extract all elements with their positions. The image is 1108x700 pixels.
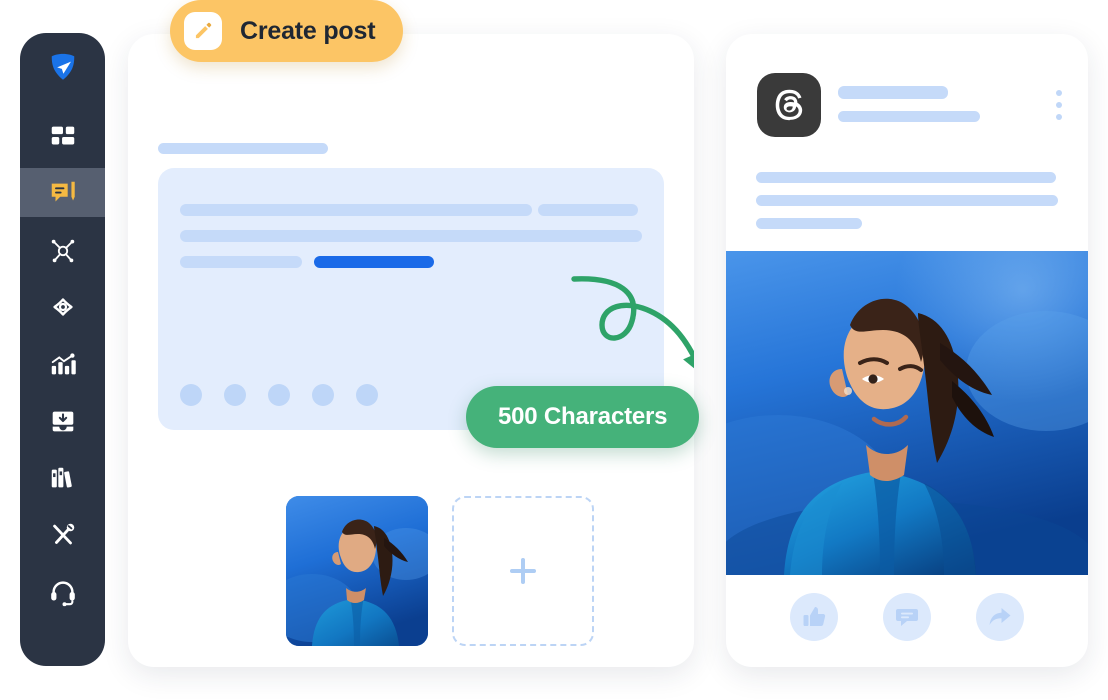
sidebar-item-support[interactable] [20, 567, 105, 616]
dashboard-grid-icon [48, 121, 78, 151]
paper-plane-logo-icon [48, 52, 78, 82]
preview-action-bar [726, 591, 1088, 643]
sidebar [20, 33, 105, 666]
skeleton-line [180, 204, 532, 216]
character-count-label: 500 Characters [498, 403, 668, 430]
character-count-badge: 500 Characters [466, 386, 700, 448]
network-nodes-icon [48, 235, 78, 265]
screenshot-root: Create post 500 Characters [0, 0, 1108, 700]
toolbar-dot[interactable] [268, 384, 290, 406]
kebab-menu-icon[interactable] [1056, 90, 1062, 126]
skeleton-line [538, 204, 638, 216]
share-button[interactable] [975, 593, 1024, 641]
toolbar-dot[interactable] [224, 384, 246, 406]
skeleton-line-highlighted [314, 256, 434, 268]
toolbar-dot[interactable] [356, 384, 378, 406]
media-thumbnail[interactable] [286, 496, 428, 646]
comment-button[interactable] [882, 593, 931, 641]
preview-body-line [756, 195, 1058, 206]
threads-logo-icon [757, 73, 821, 137]
library-books-icon [48, 463, 78, 493]
tools-icon [48, 520, 78, 550]
thumbnail-photo [286, 496, 428, 646]
sidebar-item-brand[interactable] [20, 33, 105, 101]
sidebar-item-create-post[interactable] [20, 168, 105, 217]
preview-body-line [756, 218, 862, 229]
comment-bubble-icon [894, 604, 920, 630]
share-arrow-icon [987, 604, 1013, 630]
compose-post-icon [48, 178, 78, 208]
sidebar-item-tools[interactable] [20, 510, 105, 559]
toolbar-dot[interactable] [312, 384, 334, 406]
composer-card [128, 34, 694, 667]
create-post-badge[interactable]: Create post [170, 0, 404, 62]
author-name-placeholder [838, 86, 948, 99]
sidebar-item-targeting[interactable] [20, 282, 105, 331]
headset-support-icon [48, 577, 78, 607]
preview-photo [726, 251, 1088, 575]
inbox-download-icon [48, 406, 78, 436]
target-diamond-icon [48, 292, 78, 322]
sidebar-item-library[interactable] [20, 453, 105, 502]
sidebar-item-analytics[interactable] [20, 339, 105, 388]
plus-icon [508, 556, 538, 586]
preview-body-line [756, 172, 1056, 183]
sidebar-item-inbox[interactable] [20, 396, 105, 445]
thumbs-up-icon [801, 604, 827, 630]
composer-field-label [158, 143, 328, 154]
create-post-badge-label: Create post [240, 16, 376, 45]
post-preview-card [726, 34, 1088, 667]
analytics-chart-icon [48, 349, 78, 379]
sidebar-item-network[interactable] [20, 225, 105, 274]
like-button[interactable] [790, 593, 839, 641]
add-media-button[interactable] [452, 496, 594, 646]
skeleton-line [180, 230, 642, 242]
author-handle-placeholder [838, 111, 980, 122]
toolbar-dot[interactable] [180, 384, 202, 406]
pencil-edit-icon [184, 12, 222, 50]
skeleton-line [180, 256, 302, 268]
sidebar-item-dashboard[interactable] [20, 111, 105, 160]
